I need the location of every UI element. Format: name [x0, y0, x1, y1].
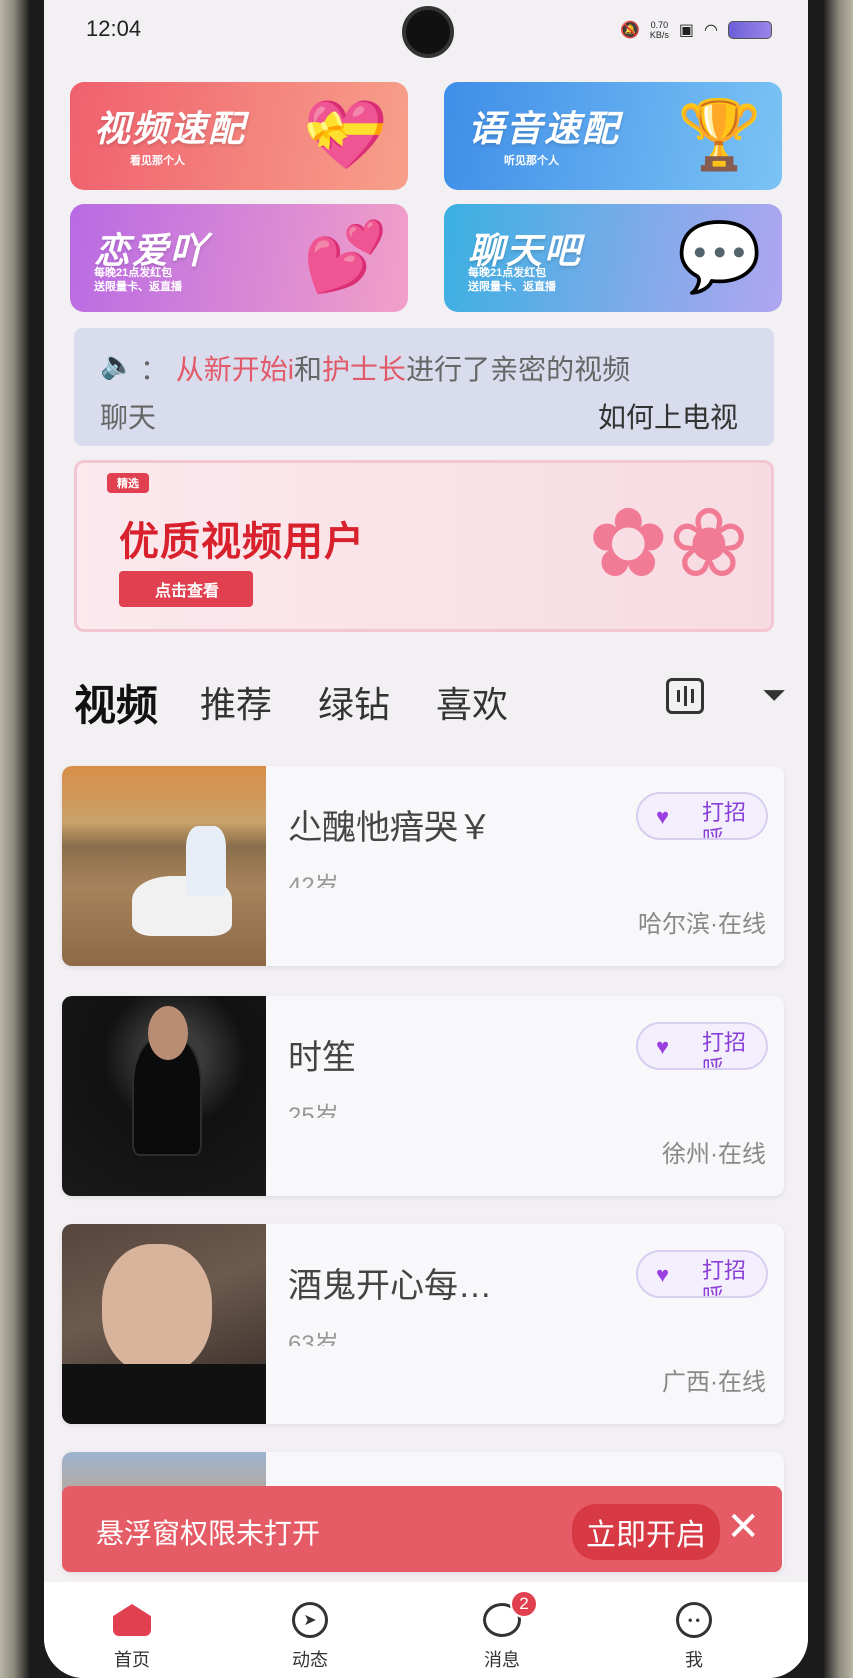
status-bar: 12:04 🔕 0.70 KB/s ▣ ◠	[44, 0, 808, 62]
nav-home[interactable]: 首页	[72, 1598, 192, 1672]
flowers-icon: ✿❀	[588, 490, 749, 597]
app-screen: 12:04 🔕 0.70 KB/s ▣ ◠ 视频速配 看见那个人 💝 语音速配 …	[44, 0, 808, 1678]
nav-label: 消息	[484, 1650, 520, 1670]
announcement-prefix: ：	[140, 354, 169, 385]
greet-label: 打招呼	[702, 1030, 747, 1070]
banner-tag: 精选	[107, 473, 149, 493]
message-icon: 2	[442, 1590, 562, 1642]
user-age: 42岁	[288, 873, 339, 888]
tab-video[interactable]: 视频	[74, 672, 158, 733]
nav-label: 我	[685, 1650, 703, 1670]
speaker-icon: 🔈	[100, 349, 135, 380]
close-icon[interactable]: ✕	[726, 1504, 760, 1550]
tile-subtitle: 听见那个人	[504, 155, 559, 167]
greet-label: 打招呼	[702, 1258, 747, 1298]
announcement-line2: 聊天	[100, 402, 157, 433]
status-time: 12:04	[86, 16, 142, 41]
compass-icon: ➤	[250, 1598, 370, 1642]
announcement-text: 进行了亲密的视频	[406, 354, 631, 385]
profile-face-icon: • •	[634, 1598, 754, 1642]
tab-green-diamond[interactable]: 绿钻	[318, 676, 390, 728]
nfc-icon: ▣	[678, 22, 695, 39]
user-location: 广西·在线	[662, 1369, 766, 1396]
user-photo[interactable]	[62, 1224, 266, 1424]
user-age: 25岁	[288, 1103, 339, 1118]
user-location: 徐州·在线	[662, 1141, 766, 1168]
heart-icon: ♥	[656, 1034, 670, 1059]
shirt-shape	[62, 1364, 266, 1424]
user-card[interactable]: 酒鬼开心每… 63岁 广西·在线 ♥ 打招呼	[62, 1224, 784, 1424]
hearts-icon: 💕	[303, 219, 388, 295]
wifi-icon: ◠	[704, 22, 718, 39]
announcement-connector: 和	[294, 354, 323, 385]
permission-message: 悬浮窗权限未打开	[96, 1518, 321, 1549]
user-name: 尐醜忚瘖哭￥	[288, 809, 492, 847]
battery-icon	[728, 21, 772, 39]
greet-label: 打招呼	[702, 800, 747, 840]
unread-badge: 2	[510, 1590, 538, 1618]
heart-icon: ♥	[656, 804, 670, 829]
nav-label: 首页	[114, 1650, 150, 1670]
user-card[interactable]: 时笙 25岁 徐州·在线 ♥ 打招呼	[62, 996, 784, 1196]
front-camera	[402, 6, 454, 58]
greet-button[interactable]: ♥ 打招呼	[636, 1022, 768, 1070]
user-card[interactable]: 尐醜忚瘖哭￥ 42岁 哈尔滨·在线 ♥ 打招呼	[62, 766, 784, 966]
announcement-user1[interactable]: 从新开始i	[176, 354, 294, 385]
heart-icon: ♥	[656, 1262, 670, 1287]
user-photo[interactable]	[62, 996, 266, 1196]
banner-cta-button[interactable]: 点击查看	[119, 571, 254, 607]
tile-love[interactable]: 恋爱吖 每晚21点发红包 送限量卡、返直播 💕	[70, 204, 408, 312]
tab-like[interactable]: 喜欢	[436, 676, 508, 728]
tile-chat[interactable]: 聊天吧 每晚21点发红包 送限量卡、返直播 💬	[444, 204, 782, 312]
net-speed-value: 0.70	[650, 20, 669, 30]
nav-feed[interactable]: ➤ 动态	[250, 1598, 370, 1672]
user-location: 哈尔滨·在线	[638, 911, 766, 938]
trophy-icon: 🏆	[677, 97, 762, 173]
announcement-line1: ： 从新开始i和护士长进行了亲密的视频	[140, 348, 630, 388]
net-speed: 0.70 KB/s	[650, 20, 669, 40]
mute-icon: 🔕	[619, 22, 640, 39]
greet-button[interactable]: ♥ 打招呼	[636, 1250, 768, 1298]
announcement-user2[interactable]: 护士长	[322, 354, 406, 385]
tile-title: 语音速配	[468, 108, 621, 149]
nav-messages[interactable]: 2 消息	[442, 1590, 562, 1672]
enable-now-button[interactable]: 立即开启	[572, 1504, 720, 1560]
tab-recommend[interactable]: 推荐	[200, 676, 272, 728]
bottom-nav: 首页 ➤ 动态 2 消息 • • 我	[44, 1582, 808, 1678]
stats-icon[interactable]	[666, 678, 704, 714]
tile-subtitle: 每晚21点发红包 送限量卡、返直播	[468, 267, 556, 293]
home-icon	[72, 1598, 192, 1642]
nav-me[interactable]: • • 我	[634, 1598, 754, 1672]
announcement-bar: 🔈 ： 从新开始i和护士长进行了亲密的视频 聊天 如何上电视	[74, 328, 774, 446]
filter-icon[interactable]: ⏷	[754, 676, 794, 716]
face-shape	[102, 1244, 212, 1374]
rider-shape	[186, 826, 226, 896]
featured-banner[interactable]: 精选 优质视频用户 点击查看 ✿❀	[74, 460, 774, 632]
tile-title: 视频速配	[94, 108, 247, 149]
greet-button[interactable]: ♥ 打招呼	[636, 792, 768, 840]
tile-subtitle: 看见那个人	[130, 155, 185, 167]
tile-subtitle: 每晚21点发红包 送限量卡、返直播	[94, 267, 182, 293]
category-tabs: 视频 推荐 绿钻 喜欢 ⏷	[74, 670, 794, 730]
user-photo[interactable]	[62, 766, 266, 966]
banner-headline: 优质视频用户	[119, 520, 365, 564]
user-name: 酒鬼开心每…	[288, 1267, 492, 1305]
phone-frame: 12:04 🔕 0.70 KB/s ▣ ◠ 视频速配 看见那个人 💝 语音速配 …	[0, 0, 853, 1678]
face-shape	[148, 1006, 188, 1060]
chat-bubble-icon: 💬	[677, 219, 762, 295]
heart-box-icon: 💝	[303, 97, 388, 173]
nav-label: 动态	[292, 1650, 328, 1670]
tile-video-match[interactable]: 视频速配 看见那个人 💝	[70, 82, 408, 190]
tile-voice-match[interactable]: 语音速配 听见那个人 🏆	[444, 82, 782, 190]
user-age: 63岁	[288, 1331, 339, 1346]
net-speed-unit: KB/s	[649, 30, 669, 40]
status-icons: 🔕 0.70 KB/s ▣ ◠	[620, 20, 772, 40]
permission-banner: 悬浮窗权限未打开 立即开启 ✕	[62, 1486, 782, 1572]
how-to-tv-link[interactable]: 如何上电视	[598, 396, 738, 436]
user-name: 时笙	[288, 1039, 356, 1077]
